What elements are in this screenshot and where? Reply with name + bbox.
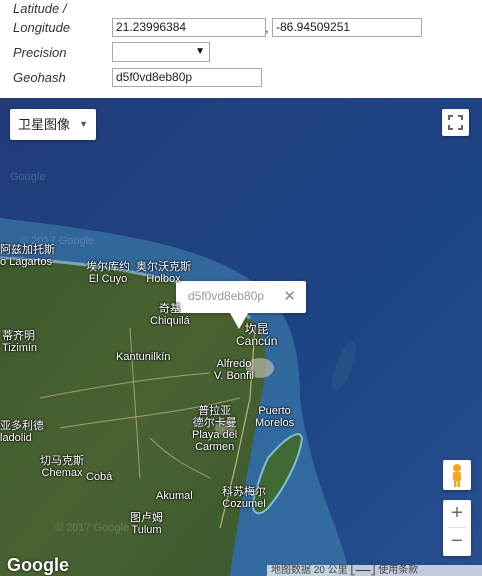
map-type-selector[interactable]: 卫星图像 ▼ — [10, 109, 96, 140]
map-type-label: 卫星图像 — [18, 117, 71, 132]
fullscreen-icon — [448, 115, 463, 130]
google-watermark: Google — [10, 171, 46, 183]
close-icon[interactable]: ✕ — [283, 287, 296, 305]
place-label: 切马克斯 Chemax — [40, 455, 84, 479]
latlon-label-line1: Latitude / — [13, 1, 67, 16]
fullscreen-button[interactable] — [442, 109, 469, 136]
zoom-control: + − — [443, 500, 471, 556]
google-watermark: © 2017 Google — [55, 522, 130, 534]
place-label: 埃尔库约 El Cuyo — [86, 261, 130, 285]
coord-separator: , — [265, 20, 269, 35]
map-canvas[interactable]: Google © 2017 Google © 2017 Google 卫星图像 … — [0, 98, 482, 576]
info-window: d5f0vd8eb80p ✕ — [176, 281, 306, 329]
longitude-input[interactable]: -86.94509251 — [272, 18, 422, 37]
place-label: Akumal — [156, 490, 193, 502]
geohash-label: Geohash — [13, 70, 66, 85]
pegman-icon — [453, 464, 461, 487]
place-label: 坎昆 Cancún — [236, 322, 278, 348]
place-label: Puerto Morelos — [255, 405, 295, 429]
dropdown-arrow-icon: ▼ — [195, 46, 205, 57]
place-label: 科苏梅尔 Cozumel — [222, 486, 266, 510]
place-label: 阿兹加托斯 o Lagartos — [0, 244, 55, 268]
place-label: Cobá — [86, 471, 113, 483]
place-label: Kantunilkín — [116, 351, 171, 363]
geohash-form: Latitude / Longitude 21.23996384 , -86.9… — [0, 0, 482, 98]
precision-select[interactable]: ▼ — [112, 42, 210, 62]
zoom-out-button[interactable]: − — [443, 528, 471, 555]
google-logo: Google — [7, 555, 69, 575]
map-attribution[interactable]: 地图数据 20 公里 ⎣⎯⎯⎯⎦ 使用条款 — [267, 565, 482, 576]
info-window-geohash: d5f0vd8eb80p — [188, 289, 265, 303]
place-label: 普拉亚 德尔卡曼 Playa del Carmen — [192, 405, 238, 453]
place-label: 奇基 Chiquilá — [150, 303, 190, 327]
place-label: 图卢姆 Tulum — [130, 512, 163, 536]
place-label: Alfredo V. Bonfil — [214, 358, 254, 382]
place-label: 亚多利德 ladolid — [0, 420, 44, 444]
zoom-in-button[interactable]: + — [443, 500, 471, 527]
geohash-input[interactable]: d5f0vd8eb80p — [112, 68, 262, 87]
place-label: 蒂齐明 Tizimín — [2, 330, 38, 354]
latlon-label-line2: Longitude — [13, 20, 71, 35]
caret-down-icon: ▼ — [79, 119, 88, 129]
precision-label: Precision — [13, 45, 67, 60]
latitude-input[interactable]: 21.23996384 — [112, 18, 266, 37]
place-label: 奥尔沃克斯 Holbox — [136, 261, 191, 285]
street-view-pegman-button[interactable] — [443, 460, 471, 490]
